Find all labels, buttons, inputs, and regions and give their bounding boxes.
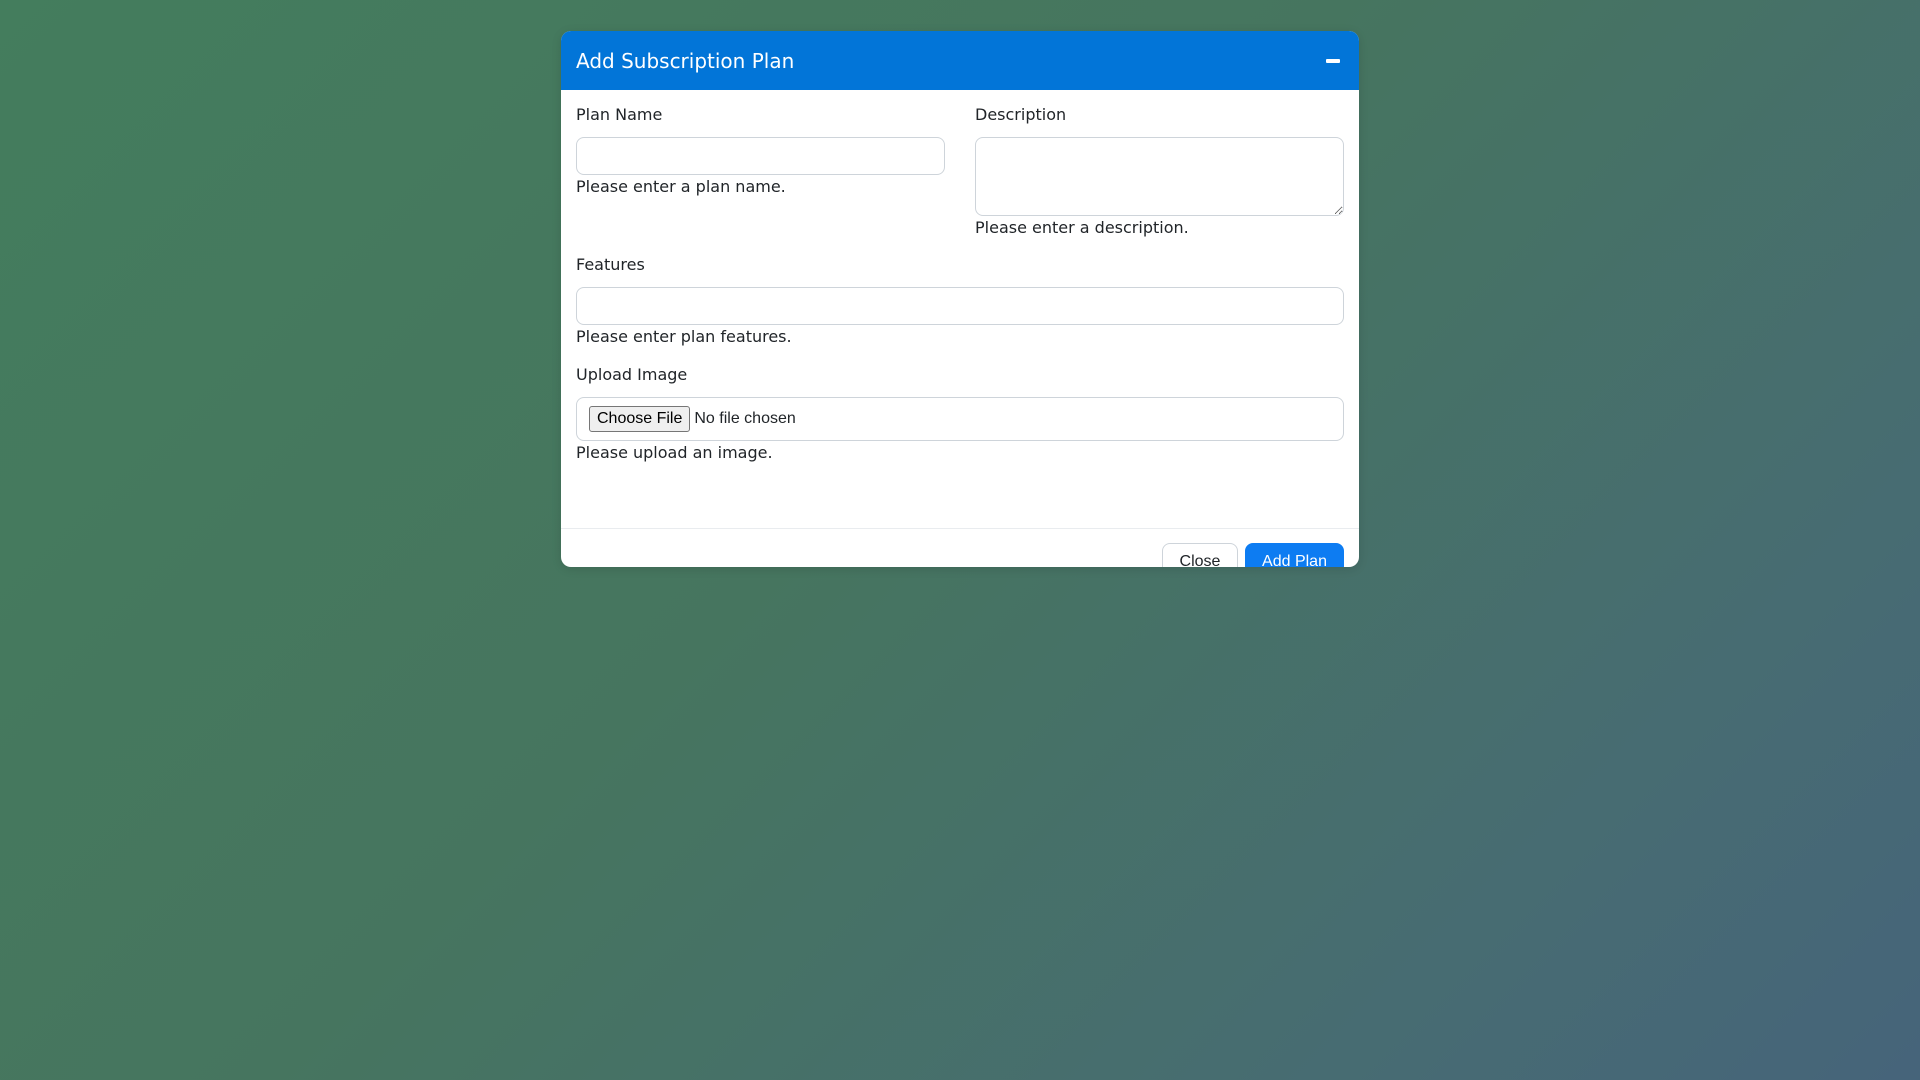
modal-title: Add Subscription Plan xyxy=(576,48,795,73)
modal-footer: Close Add Plan xyxy=(561,529,1359,567)
file-status: No file chosen xyxy=(694,410,796,427)
plan-name-label: Plan Name xyxy=(576,105,663,124)
add-subscription-plan-modal: Add Subscription Plan Plan Name Please e… xyxy=(561,31,1359,567)
upload-image-feedback: Please upload an image. xyxy=(576,443,773,462)
choose-file-button[interactable]: Choose File xyxy=(589,406,691,432)
upload-image-label: Upload Image xyxy=(576,365,688,384)
features-label: Features xyxy=(576,255,645,274)
minimize-button[interactable] xyxy=(1322,50,1344,72)
add-plan-button[interactable]: Add Plan xyxy=(1245,543,1344,567)
features-feedback: Please enter plan features. xyxy=(576,327,792,346)
plan-name-group: Plan Name Please enter a plan name. xyxy=(576,105,945,197)
file-input[interactable]: Choose File No file chosen xyxy=(576,397,1344,441)
minimize-icon xyxy=(1326,58,1340,63)
description-group: Description Please enter a description. xyxy=(975,105,1344,238)
upload-image-group: Upload Image Choose File No file chosen … xyxy=(576,365,1344,463)
plan-name-input[interactable] xyxy=(576,137,945,175)
close-button[interactable]: Close xyxy=(1162,543,1238,567)
description-feedback: Please enter a description. xyxy=(975,218,1189,237)
modal-body: Plan Name Please enter a plan name. Desc… xyxy=(561,90,1359,529)
description-textarea[interactable] xyxy=(975,137,1344,216)
description-label: Description xyxy=(975,105,1067,124)
features-input[interactable] xyxy=(576,287,1344,325)
features-group: Features Please enter plan features. xyxy=(576,255,1344,347)
plan-name-feedback: Please enter a plan name. xyxy=(576,177,786,196)
modal-header: Add Subscription Plan xyxy=(561,31,1359,90)
